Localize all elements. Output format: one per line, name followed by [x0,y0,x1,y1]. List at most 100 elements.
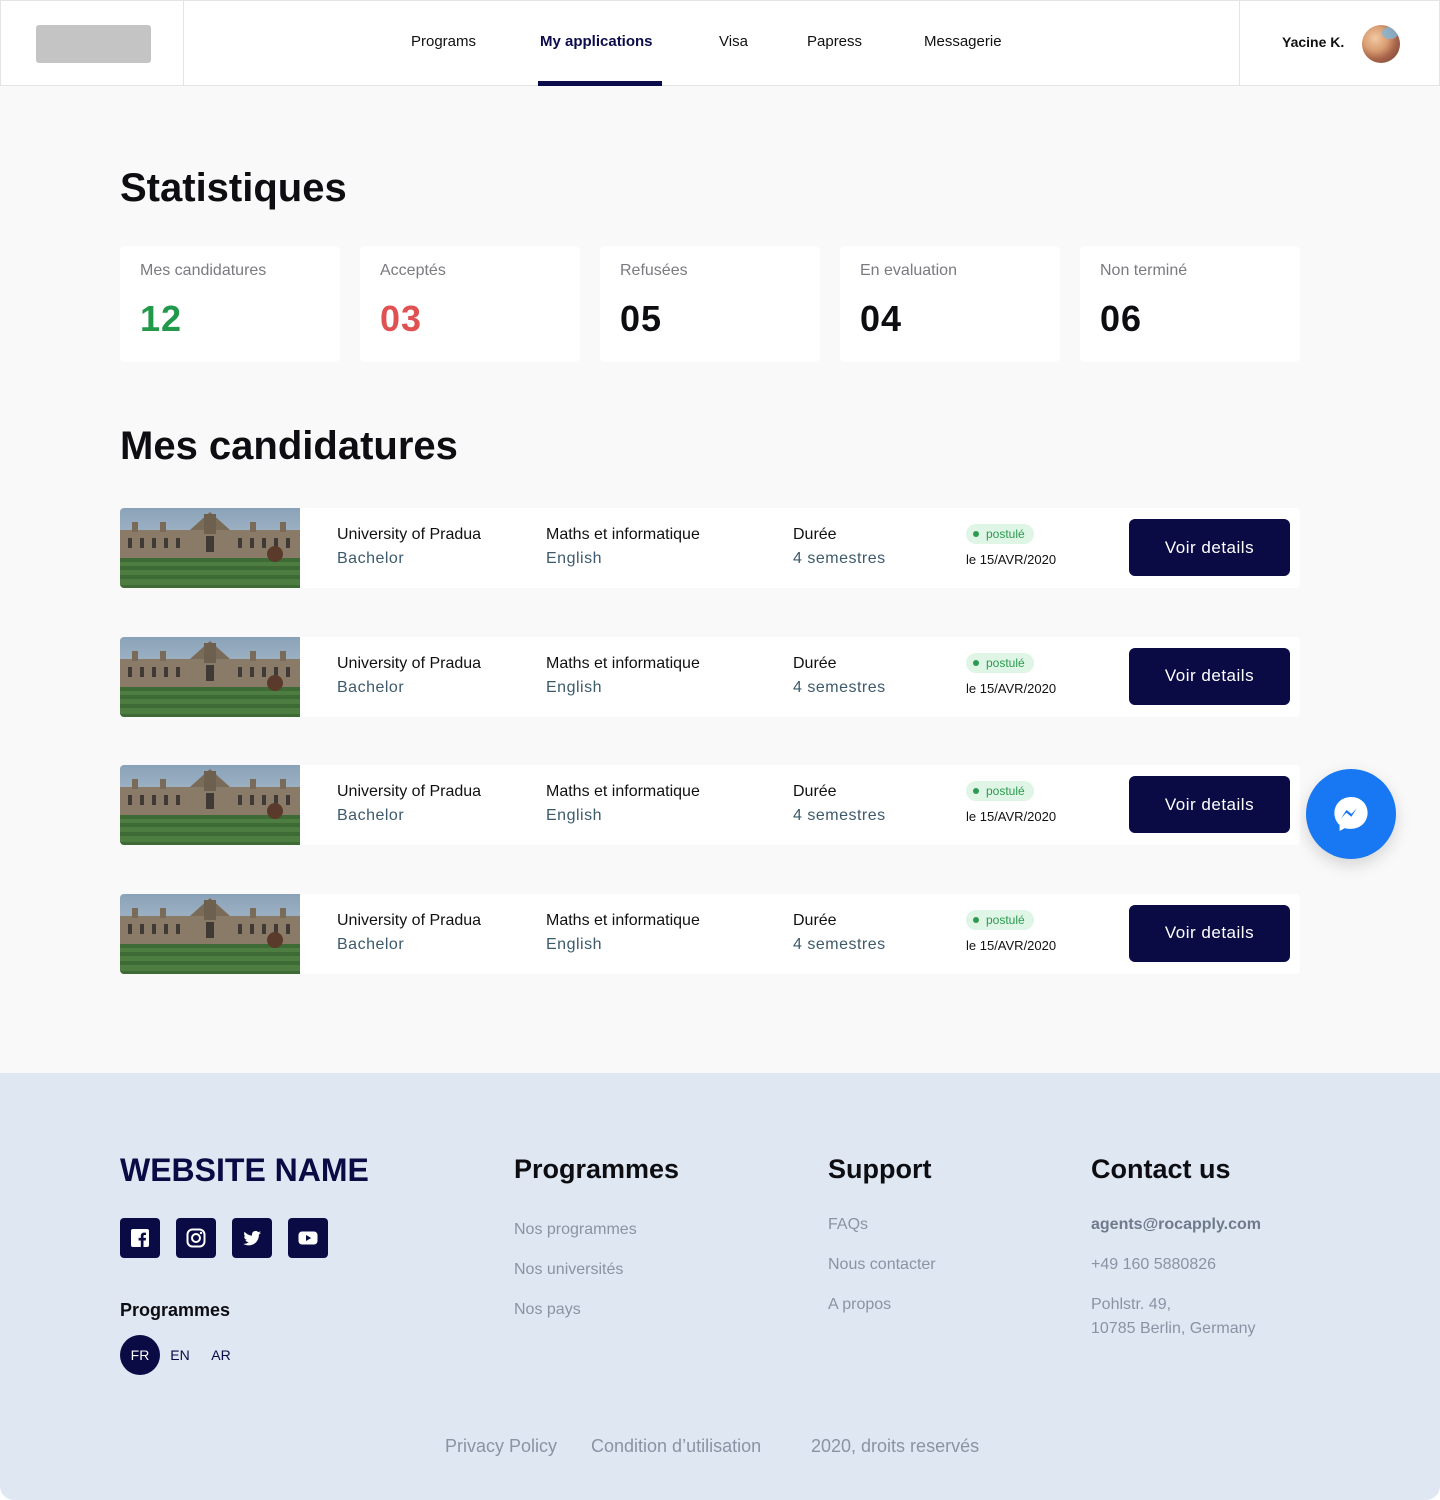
facebook-icon [131,1229,149,1247]
application-thumbnail [120,893,300,974]
terms-link[interactable]: Condition d’utilisation [591,1436,761,1457]
university-photo [120,893,300,974]
copyright: 2020, droits reservés [811,1436,980,1456]
footer-programmes-title: Programmes [514,1154,680,1184]
stat-value: 06 [1100,298,1143,339]
lang-en[interactable]: EN [160,1335,200,1375]
status-badge: postulé [966,909,1034,930]
voir-details-button[interactable]: Voir details [1129,776,1290,833]
top-header: Programs My applications Visa Papress Me… [0,0,1440,86]
degree-level: Bachelor [337,678,405,696]
avatar[interactable] [1362,25,1400,63]
stat-card: Non terminé 06 [1080,246,1300,362]
stat-card: En evaluation 04 [840,246,1060,362]
status-dot [973,531,979,537]
status-badge: postulé [966,652,1034,673]
application-row: University of Pradua Bachelor Maths et inf… [120,636,1300,717]
voir-details-button[interactable]: Voir details [1129,904,1290,962]
program-language: English [546,550,602,567]
program-name: Maths et informatique [546,911,700,929]
program-language: English [546,807,602,824]
application-thumbnail [120,508,300,588]
youtube-icon [298,1231,318,1245]
footer: WEBSITE NAME Programmes FR EN AR Program… [0,1073,1440,1500]
program-language: English [546,678,602,696]
link-a-propos[interactable]: A propos [828,1296,891,1314]
link-faqs[interactable]: FAQs [828,1216,868,1234]
applications-title: Mes candidatures [120,424,458,468]
voir-details-button[interactable]: Voir details [1129,519,1290,576]
program-name: Maths et informatique [546,783,700,800]
footer-programmes-label: Programmes [120,1300,231,1320]
duration-value: 4 semestres [793,935,886,953]
contact-address-line2: 10785 Berlin, Germany [1091,1320,1256,1337]
university-name: University of Pradua [337,783,482,800]
facebook-link[interactable] [120,1218,160,1258]
messenger-button[interactable] [1306,769,1396,859]
footer-contact-title: Contact us [1091,1154,1231,1184]
link-nos-universites[interactable]: Nos universités [514,1261,623,1279]
status-dot [973,916,979,923]
lang-fr[interactable]: FR [120,1335,160,1375]
duration-label: Durée [793,783,837,800]
nav-messagerie[interactable]: Messagerie [924,33,1002,50]
application-row: University of Pradua Bachelor Maths et inf… [120,508,1300,588]
twitter-link[interactable] [232,1218,272,1258]
stat-label: Acceptés [380,262,446,279]
application-thumbnail [120,765,300,845]
link-nos-pays[interactable]: Nos pays [514,1301,581,1319]
university-name: University of Pradua [337,654,482,672]
nav-my-applications[interactable]: My applications [540,33,653,50]
status-text: postulé [986,784,1025,798]
stat-value: 05 [620,298,663,339]
nav-papress[interactable]: Papress [807,33,862,50]
stat-card: Acceptés 03 [360,246,580,362]
status-text: postulé [986,655,1025,670]
stat-label: Refusées [620,262,688,279]
status-text: postulé [986,527,1025,541]
stat-label: Non terminé [1100,262,1188,279]
stat-card: Mes candidatures 12 [120,246,340,362]
university-name: University of Pradua [337,911,482,929]
stat-value: 12 [140,298,183,339]
contact-address-line1: Pohlstr. 49, [1091,1296,1172,1313]
duration-value: 4 semestres [793,807,886,824]
page: Programs My applications Visa Papress Me… [0,0,1440,1500]
university-photo [120,765,300,845]
user-menu[interactable]: Yacine K. [1239,1,1440,86]
stat-label: Mes candidatures [140,262,267,279]
application-date: le 15/AVR/2020 [966,937,1057,953]
contact-email[interactable]: agents@rocapply.com [1091,1216,1261,1234]
twitter-icon [243,1230,261,1246]
application-date: le 15/AVR/2020 [966,809,1057,824]
application-date: le 15/AVR/2020 [966,680,1057,696]
stat-value: 04 [860,298,903,339]
duration-label: Durée [793,654,837,672]
status-text: postulé [986,912,1025,927]
university-photo [120,636,300,717]
user-name: Yacine K. [1282,34,1345,50]
stat-value: 03 [380,298,423,339]
application-date: le 15/AVR/2020 [966,552,1057,567]
status-dot [973,788,979,794]
link-nos-programmes[interactable]: Nos programmes [514,1221,637,1239]
duration-value: 4 semestres [793,678,886,696]
link-nous-contacter[interactable]: Nous contacter [828,1256,936,1274]
nav-visa[interactable]: Visa [719,33,748,50]
voir-details-button[interactable]: Voir details [1129,647,1290,705]
degree-level: Bachelor [337,807,405,824]
instagram-link[interactable] [176,1218,216,1258]
stats-title: Statistiques [120,166,347,210]
lang-ar[interactable]: AR [201,1335,241,1375]
contact-phone[interactable]: +49 160 5880826 [1091,1256,1216,1274]
stat-label: En evaluation [860,262,957,279]
messenger-icon [1334,797,1368,831]
active-nav-indicator [538,81,662,86]
application-row: University of Pradua Bachelor Maths et inf… [120,765,1300,845]
duration-label: Durée [793,911,837,929]
footer-support-title: Support [828,1154,932,1184]
youtube-link[interactable] [288,1218,328,1258]
privacy-policy-link[interactable]: Privacy Policy [445,1436,557,1457]
nav-programs[interactable]: Programs [411,33,476,50]
status-dot [973,659,979,666]
